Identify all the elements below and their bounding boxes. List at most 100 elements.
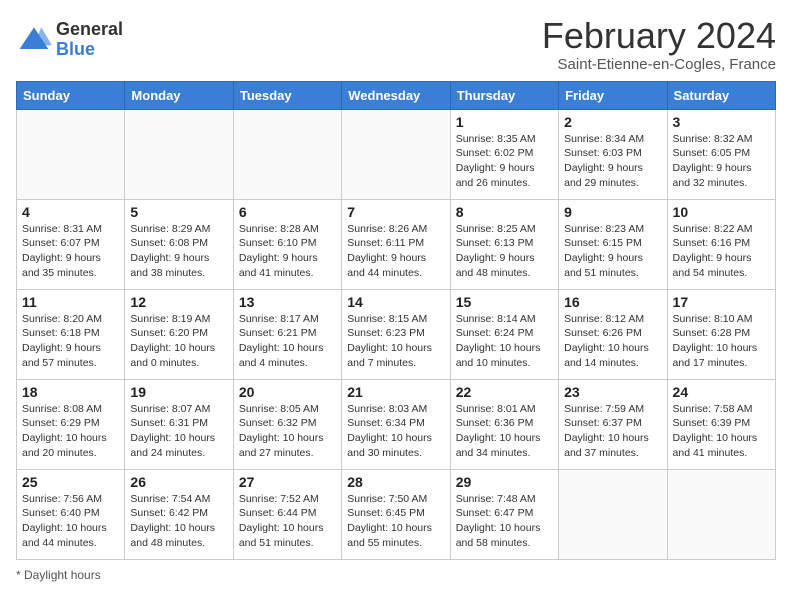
day-number: 5 <box>130 204 227 220</box>
logo-icon <box>16 22 52 58</box>
day-info: Sunrise: 8:10 AMSunset: 6:28 PMDaylight:… <box>673 312 770 371</box>
logo-blue-text: Blue <box>56 40 123 60</box>
day-number: 4 <box>22 204 119 220</box>
calendar-cell: 6Sunrise: 8:28 AMSunset: 6:10 PMDaylight… <box>233 199 341 289</box>
day-info: Sunrise: 8:08 AMSunset: 6:29 PMDaylight:… <box>22 402 119 461</box>
day-number: 2 <box>564 114 661 130</box>
calendar-week-row: 11 Sunrise: 8:20 AMSunset: 6:18 PMDayligh… <box>17 289 776 379</box>
day-number: 9 <box>564 204 661 220</box>
calendar-cell: 7Sunrise: 8:26 AMSunset: 6:11 PMDaylight… <box>342 199 450 289</box>
day-info: Sunrise: 8:07 AMSunset: 6:31 PMDaylight:… <box>130 402 227 461</box>
day-info: Sunrise: 8:14 AMSunset: 6:24 PMDaylight:… <box>456 312 553 371</box>
day-number: 15 <box>456 294 553 310</box>
calendar-cell: 2 Sunrise: 8:34 AMSunset: 6:03 PMDaylight… <box>559 109 667 199</box>
calendar-cell <box>125 109 233 199</box>
calendar-cell: 18 Sunrise: 8:08 AMSunset: 6:29 PMDayligh… <box>17 379 125 469</box>
calendar-header: SundayMondayTuesdayWednesdayThursdayFrid… <box>17 81 776 109</box>
footer-note: * Daylight hours <box>16 568 776 582</box>
calendar-week-row: 4 Sunrise: 8:31 AMSunset: 6:07 PMDaylight… <box>17 199 776 289</box>
day-info: Sunrise: 8:29 AMSunset: 6:08 PMDaylight:… <box>130 222 227 281</box>
calendar-week-row: 18 Sunrise: 8:08 AMSunset: 6:29 PMDayligh… <box>17 379 776 469</box>
header: General Blue February 2024 Saint-Etienne… <box>16 16 776 73</box>
day-number: 25 <box>22 474 119 490</box>
day-info: Sunrise: 8:17 AMSunset: 6:21 PMDaylight:… <box>239 312 336 371</box>
calendar-cell: 22Sunrise: 8:01 AMSunset: 6:36 PMDayligh… <box>450 379 558 469</box>
day-number: 7 <box>347 204 444 220</box>
calendar-cell: 29 Sunrise: 7:48 AMSunset: 6:47 PMDayligh… <box>450 469 558 559</box>
calendar-cell <box>342 109 450 199</box>
day-info: Sunrise: 7:52 AMSunset: 6:44 PMDaylight:… <box>239 492 336 551</box>
header-day: Thursday <box>450 81 558 109</box>
calendar-subtitle: Saint-Etienne-en-Cogles, France <box>542 56 776 73</box>
header-day: Saturday <box>667 81 775 109</box>
day-number: 29 <box>456 474 553 490</box>
logo: General Blue <box>16 20 123 60</box>
day-info: Sunrise: 7:56 AMSunset: 6:40 PMDaylight:… <box>22 492 119 551</box>
calendar-cell: 16 Sunrise: 8:12 AMSunset: 6:26 PMDayligh… <box>559 289 667 379</box>
day-number: 11 <box>22 294 119 310</box>
calendar-cell: 27 Sunrise: 7:52 AMSunset: 6:44 PMDayligh… <box>233 469 341 559</box>
day-info: Sunrise: 8:19 AMSunset: 6:20 PMDaylight:… <box>130 312 227 371</box>
day-number: 10 <box>673 204 770 220</box>
calendar-cell: 28 Sunrise: 7:50 AMSunset: 6:45 PMDayligh… <box>342 469 450 559</box>
day-info: Sunrise: 8:01 AMSunset: 6:36 PMDaylight:… <box>456 402 553 461</box>
day-number: 19 <box>130 384 227 400</box>
calendar-cell: 10 Sunrise: 8:22 AMSunset: 6:16 PMDayligh… <box>667 199 775 289</box>
day-number: 6 <box>239 204 336 220</box>
day-info: Sunrise: 7:58 AMSunset: 6:39 PMDaylight:… <box>673 402 770 461</box>
day-number: 21 <box>347 384 444 400</box>
day-info: Sunrise: 8:22 AMSunset: 6:16 PMDaylight:… <box>673 222 770 281</box>
calendar-title: February 2024 <box>542 16 776 56</box>
calendar-cell: 21 Sunrise: 8:03 AMSunset: 6:34 PMDayligh… <box>342 379 450 469</box>
day-info: Sunrise: 7:59 AMSunset: 6:37 PMDaylight:… <box>564 402 661 461</box>
calendar-cell <box>233 109 341 199</box>
calendar-body: 1Sunrise: 8:35 AMSunset: 6:02 PMDaylight… <box>17 109 776 559</box>
calendar-week-row: 25 Sunrise: 7:56 AMSunset: 6:40 PMDayligh… <box>17 469 776 559</box>
calendar-cell: 19 Sunrise: 8:07 AMSunset: 6:31 PMDayligh… <box>125 379 233 469</box>
calendar-cell <box>667 469 775 559</box>
day-number: 23 <box>564 384 661 400</box>
day-info: Sunrise: 8:15 AMSunset: 6:23 PMDaylight:… <box>347 312 444 371</box>
day-number: 16 <box>564 294 661 310</box>
calendar-cell: 13 Sunrise: 8:17 AMSunset: 6:21 PMDayligh… <box>233 289 341 379</box>
calendar-table: SundayMondayTuesdayWednesdayThursdayFrid… <box>16 81 776 560</box>
day-number: 28 <box>347 474 444 490</box>
day-info: Sunrise: 7:50 AMSunset: 6:45 PMDaylight:… <box>347 492 444 551</box>
calendar-week-row: 1Sunrise: 8:35 AMSunset: 6:02 PMDaylight… <box>17 109 776 199</box>
day-info: Sunrise: 8:23 AMSunset: 6:15 PMDaylight:… <box>564 222 661 281</box>
day-number: 8 <box>456 204 553 220</box>
day-number: 14 <box>347 294 444 310</box>
calendar-cell: 4 Sunrise: 8:31 AMSunset: 6:07 PMDaylight… <box>17 199 125 289</box>
calendar-cell: 26Sunrise: 7:54 AMSunset: 6:42 PMDayligh… <box>125 469 233 559</box>
day-info: Sunrise: 7:48 AMSunset: 6:47 PMDaylight:… <box>456 492 553 551</box>
day-info: Sunrise: 8:31 AMSunset: 6:07 PMDaylight:… <box>22 222 119 281</box>
calendar-cell: 5 Sunrise: 8:29 AMSunset: 6:08 PMDaylight… <box>125 199 233 289</box>
day-info: Sunrise: 8:12 AMSunset: 6:26 PMDaylight:… <box>564 312 661 371</box>
calendar-cell: 8 Sunrise: 8:25 AMSunset: 6:13 PMDaylight… <box>450 199 558 289</box>
day-info: Sunrise: 7:54 AMSunset: 6:42 PMDaylight:… <box>130 492 227 551</box>
header-day: Wednesday <box>342 81 450 109</box>
logo-general-text: General <box>56 20 123 40</box>
calendar-cell: 20Sunrise: 8:05 AMSunset: 6:32 PMDayligh… <box>233 379 341 469</box>
day-info: Sunrise: 8:03 AMSunset: 6:34 PMDaylight:… <box>347 402 444 461</box>
day-info: Sunrise: 8:34 AMSunset: 6:03 PMDaylight:… <box>564 132 661 191</box>
day-number: 13 <box>239 294 336 310</box>
calendar-cell: 25 Sunrise: 7:56 AMSunset: 6:40 PMDayligh… <box>17 469 125 559</box>
day-info: Sunrise: 8:20 AMSunset: 6:18 PMDaylight:… <box>22 312 119 371</box>
day-info: Sunrise: 8:35 AMSunset: 6:02 PMDaylight:… <box>456 132 553 191</box>
calendar-cell: 14 Sunrise: 8:15 AMSunset: 6:23 PMDayligh… <box>342 289 450 379</box>
day-info: Sunrise: 8:25 AMSunset: 6:13 PMDaylight:… <box>456 222 553 281</box>
calendar-cell: 9 Sunrise: 8:23 AMSunset: 6:15 PMDaylight… <box>559 199 667 289</box>
header-day: Monday <box>125 81 233 109</box>
day-info: Sunrise: 8:32 AMSunset: 6:05 PMDaylight:… <box>673 132 770 191</box>
day-info: Sunrise: 8:05 AMSunset: 6:32 PMDaylight:… <box>239 402 336 461</box>
header-day: Friday <box>559 81 667 109</box>
calendar-cell: 1Sunrise: 8:35 AMSunset: 6:02 PMDaylight… <box>450 109 558 199</box>
day-number: 27 <box>239 474 336 490</box>
day-number: 18 <box>22 384 119 400</box>
calendar-cell: 17Sunrise: 8:10 AMSunset: 6:28 PMDayligh… <box>667 289 775 379</box>
calendar-cell: 11 Sunrise: 8:20 AMSunset: 6:18 PMDayligh… <box>17 289 125 379</box>
day-number: 3 <box>673 114 770 130</box>
header-day: Tuesday <box>233 81 341 109</box>
title-area: February 2024 Saint-Etienne-en-Cogles, F… <box>542 16 776 73</box>
